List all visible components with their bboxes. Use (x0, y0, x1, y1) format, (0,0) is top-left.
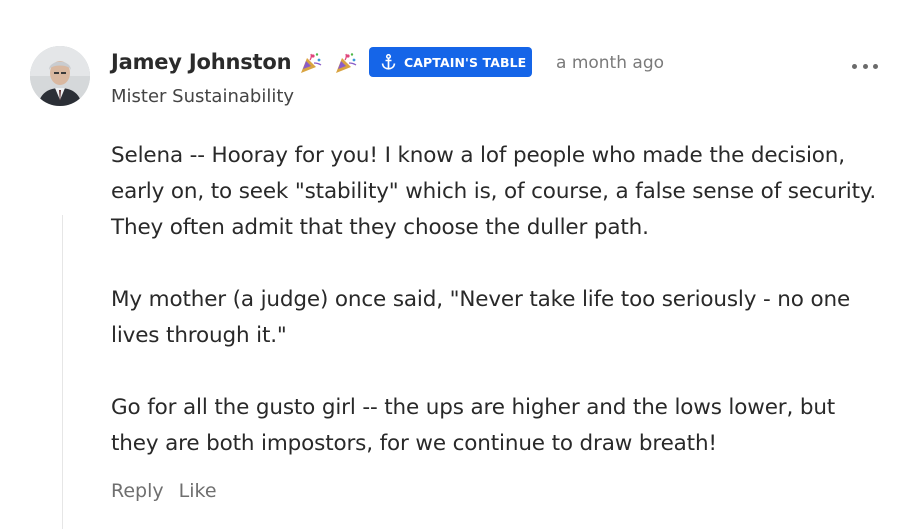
captains-table-badge[interactable]: CAPTAIN'S TABLE (369, 47, 532, 77)
dot (852, 63, 857, 69)
comment-paragraph: Go for all the gusto girl -- the ups are… (111, 395, 836, 456)
thread-line (62, 215, 63, 529)
comment-actions: Reply Like (111, 480, 217, 502)
dot (862, 63, 868, 69)
more-options-icon[interactable] (852, 56, 878, 76)
comment-body: Selena -- Hooray for you! I know a lof p… (111, 138, 881, 462)
avatar[interactable] (30, 46, 90, 106)
party-popper-icon (299, 52, 323, 74)
dot (873, 63, 878, 69)
comment-card: Jamey Johnston CAPTAIN'S TABLE a month a… (0, 0, 913, 529)
comment-paragraph: My mother (a judge) once said, "Never ta… (111, 287, 851, 348)
comment-paragraph: Selena -- Hooray for you! I know a lof p… (111, 143, 877, 240)
party-popper-icon (334, 52, 358, 74)
reply-button[interactable]: Reply (111, 480, 164, 502)
like-button[interactable]: Like (179, 480, 217, 502)
author-title: Mister Sustainability (111, 86, 295, 107)
author-name[interactable]: Jamey Johnston (111, 50, 292, 74)
timestamp[interactable]: a month ago (556, 53, 664, 73)
anchor-icon (381, 54, 396, 70)
badge-label: CAPTAIN'S TABLE (404, 54, 527, 70)
